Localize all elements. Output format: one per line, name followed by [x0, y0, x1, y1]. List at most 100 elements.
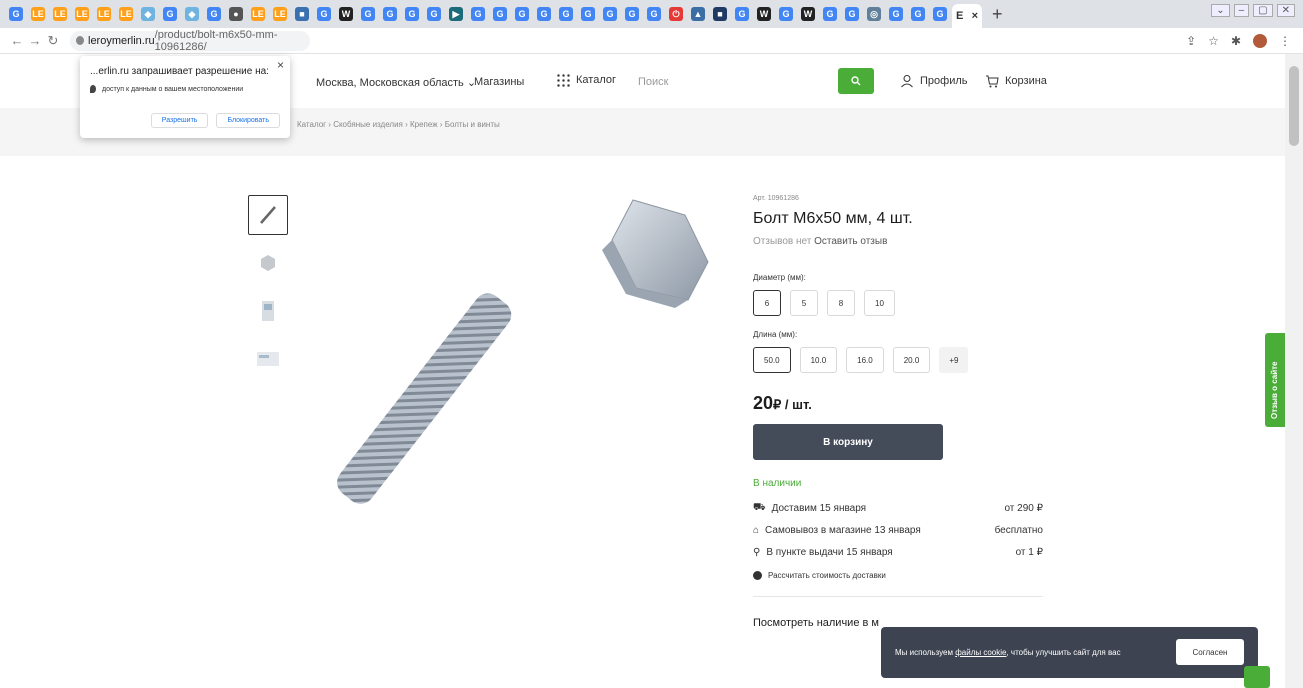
- permission-buttons: Разрешить Блокировать: [150, 113, 280, 128]
- share-icon[interactable]: ⇪: [1186, 34, 1196, 48]
- browser-tab[interactable]: G: [534, 4, 554, 24]
- search-button[interactable]: [838, 68, 874, 94]
- browser-tab[interactable]: ▶: [446, 4, 466, 24]
- browser-tab[interactable]: G: [886, 4, 906, 24]
- browser-tab[interactable]: LE: [270, 4, 290, 24]
- browser-tab[interactable]: G: [820, 4, 840, 24]
- browser-tab[interactable]: ◆: [138, 4, 158, 24]
- browser-tab[interactable]: G: [600, 4, 620, 24]
- browser-tab[interactable]: W: [798, 4, 818, 24]
- leave-review-link[interactable]: Оставить отзыв: [814, 236, 887, 247]
- stores-link[interactable]: Магазины: [474, 76, 524, 88]
- menu-icon[interactable]: ⋮: [1279, 34, 1291, 48]
- browser-tab[interactable]: LE: [28, 4, 48, 24]
- length-option[interactable]: 20.0: [892, 347, 931, 373]
- url-field[interactable]: leroymerlin.ru /product/bolt-m6x50-mm-10…: [70, 29, 310, 53]
- length-more-button[interactable]: +9: [939, 347, 969, 373]
- browser-tab[interactable]: G: [512, 4, 532, 24]
- browser-tab[interactable]: LE: [72, 4, 92, 24]
- browser-tab[interactable]: G: [556, 4, 576, 24]
- browser-tab[interactable]: W: [336, 4, 356, 24]
- close-window-icon[interactable]: ✕: [1276, 4, 1295, 17]
- diameter-option[interactable]: 8: [827, 290, 855, 316]
- browser-tab[interactable]: G: [776, 4, 796, 24]
- browser-tab[interactable]: G: [314, 4, 334, 24]
- diameter-option[interactable]: 5: [790, 290, 818, 316]
- browser-tab[interactable]: G: [402, 4, 422, 24]
- browser-tab[interactable]: G: [380, 4, 400, 24]
- thumbnail-package[interactable]: [248, 291, 288, 331]
- browser-tab[interactable]: LE: [50, 4, 70, 24]
- add-to-cart-button[interactable]: В корзину: [753, 424, 943, 460]
- browser-tab[interactable]: W: [754, 4, 774, 24]
- avatar[interactable]: [1253, 33, 1267, 48]
- new-tab-button[interactable]: +: [992, 4, 1003, 25]
- lock-icon[interactable]: [76, 36, 84, 45]
- location-selector[interactable]: Москва, Московская область ⌄: [316, 76, 476, 89]
- browser-tab[interactable]: G: [644, 4, 664, 24]
- cart-link[interactable]: Корзина: [985, 74, 1047, 88]
- scrollbar[interactable]: [1285, 54, 1303, 688]
- browser-tab[interactable]: G: [468, 4, 488, 24]
- browser-tab[interactable]: ■: [710, 4, 730, 24]
- browser-tab[interactable]: LE: [94, 4, 114, 24]
- minimize-icon[interactable]: –: [1233, 4, 1250, 17]
- google-icon: G: [163, 7, 177, 21]
- close-tab-icon[interactable]: ×: [972, 10, 978, 22]
- browser-tab[interactable]: G: [490, 4, 510, 24]
- browser-tab[interactable]: G: [358, 4, 378, 24]
- browser-tab[interactable]: ⏻: [666, 4, 686, 24]
- search-input[interactable]: Поиск: [638, 76, 668, 88]
- browser-tab[interactable]: ◆: [182, 4, 202, 24]
- browser-tab[interactable]: G: [908, 4, 928, 24]
- google-icon: G: [911, 7, 925, 21]
- scrollbar-thumb[interactable]: [1289, 66, 1299, 146]
- edit-icon[interactable]: [1244, 666, 1270, 688]
- browser-tab[interactable]: G: [732, 4, 752, 24]
- maximize-icon[interactable]: ▢: [1253, 4, 1273, 17]
- active-tab[interactable]: E ×: [952, 4, 982, 28]
- forward-icon[interactable]: →: [26, 33, 44, 48]
- thumbnail-bolt[interactable]: [248, 195, 288, 235]
- browser-tab[interactable]: G: [622, 4, 642, 24]
- diameter-option[interactable]: 6: [753, 290, 781, 316]
- extensions-icon[interactable]: ✱: [1231, 34, 1241, 48]
- browser-tab[interactable]: LE: [116, 4, 136, 24]
- site-feedback-tab[interactable]: Отзыв о сайте: [1265, 333, 1285, 427]
- browser-tab[interactable]: ▲: [688, 4, 708, 24]
- browser-tab[interactable]: G: [578, 4, 598, 24]
- length-option[interactable]: 50.0: [753, 347, 791, 373]
- browser-tab[interactable]: G: [424, 4, 444, 24]
- search-icon: [851, 76, 861, 86]
- allow-button[interactable]: Разрешить: [150, 113, 209, 128]
- chevron-down-icon[interactable]: ⌄: [1211, 4, 1230, 17]
- thumbnail-bolt-head[interactable]: [248, 243, 288, 283]
- browser-tab[interactable]: ◎: [864, 4, 884, 24]
- browser-tab[interactable]: G: [842, 4, 862, 24]
- product-image[interactable]: [300, 190, 730, 610]
- profile-link[interactable]: Профиль: [900, 74, 968, 88]
- browser-tab[interactable]: G: [930, 4, 950, 24]
- length-option[interactable]: 10.0: [799, 347, 838, 373]
- browser-tab[interactable]: ●: [226, 4, 246, 24]
- block-button[interactable]: Блокировать: [216, 113, 280, 128]
- cookie-link[interactable]: файлы cookie: [955, 648, 1006, 657]
- cookie-accept-button[interactable]: Согласен: [1176, 639, 1244, 665]
- star-icon[interactable]: ☆: [1208, 34, 1219, 48]
- length-option[interactable]: 16.0: [846, 347, 884, 373]
- reload-icon[interactable]: ↻: [44, 33, 62, 49]
- browser-tab[interactable]: G: [204, 4, 224, 24]
- permission-title: ...erlin.ru запрашивает разрешение на:: [90, 66, 269, 77]
- back-icon[interactable]: ←: [8, 33, 26, 48]
- browser-tab[interactable]: G: [6, 4, 26, 24]
- calc-delivery-link[interactable]: Рассчитать стоимость доставки: [753, 571, 1053, 580]
- breadcrumb[interactable]: Каталог › Скобяные изделия › Крепеж › Бо…: [297, 120, 500, 129]
- browser-tab[interactable]: ■: [292, 4, 312, 24]
- thumbnail-label[interactable]: [248, 339, 288, 379]
- catalog-button[interactable]: Каталог: [556, 73, 616, 87]
- diameter-option[interactable]: 10: [864, 290, 895, 316]
- bag-icon: ⌂: [753, 524, 760, 536]
- close-icon[interactable]: ×: [277, 58, 284, 72]
- browser-tab[interactable]: G: [160, 4, 180, 24]
- browser-tab[interactable]: LE: [248, 4, 268, 24]
